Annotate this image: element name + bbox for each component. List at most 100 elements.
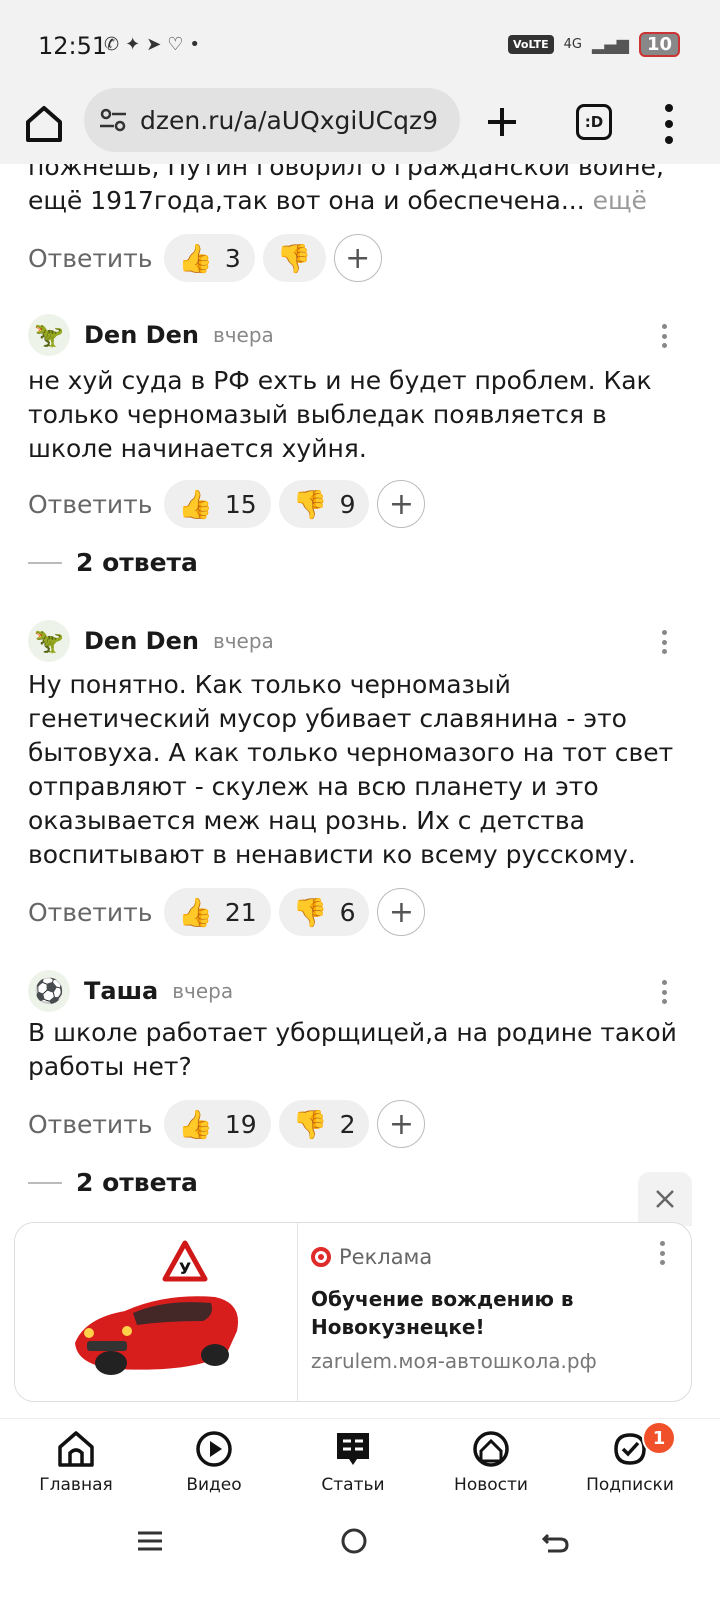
nav-articles[interactable]: Статьи (283, 1427, 423, 1495)
plus-icon (488, 108, 516, 136)
video-icon (196, 1431, 232, 1467)
thumbs-up-icon: 👍 (178, 1107, 213, 1141)
add-reaction-button[interactable]: + (377, 1100, 426, 1148)
home-icon (26, 106, 62, 142)
dinosaur-avatar[interactable]: 🦖 (28, 314, 70, 356)
status-right: VoLTE 4G ▂▄▆ 10 (507, 32, 680, 57)
new-tab-button[interactable] (484, 98, 520, 148)
thumbs-down-icon: 👎 (292, 487, 328, 521)
thumbs-up-icon: 👍 (178, 895, 213, 929)
comment-author[interactable]: Den Den (84, 321, 199, 349)
volte-indicator: VoLTE (507, 35, 554, 54)
ad-menu-button[interactable] (660, 1241, 666, 1265)
nav-label: Подписки (586, 1475, 674, 1495)
ad-label-text: Реклама (339, 1245, 433, 1269)
ad-domain[interactable]: zarulem.моя-автошкола.рф (311, 1349, 597, 1373)
reply-button[interactable]: Ответить (28, 1110, 164, 1139)
nav-label: Главная (39, 1475, 113, 1495)
browser-menu-button[interactable] (664, 104, 674, 144)
circle-home-icon (341, 1528, 367, 1554)
nav-home[interactable]: Главная (6, 1427, 146, 1495)
comment-header: 🦖 Den Den вчера (28, 314, 274, 356)
reply-button[interactable]: Ответить (28, 898, 164, 927)
ad-target-icon (311, 1247, 331, 1267)
comment-menu-button[interactable] (662, 630, 668, 654)
thumbs-down-icon: 👎 (292, 895, 328, 929)
like-button[interactable]: 👍 15 (164, 480, 271, 528)
replies-count[interactable]: 2 ответа (76, 548, 198, 577)
ad-title[interactable]: Обучение вождению в Новокузнецке! (311, 1285, 651, 1341)
tabs-switcher-button[interactable]: :D (576, 104, 612, 140)
comment-author[interactable]: Таша (84, 977, 158, 1005)
dislike-count: 9 (339, 489, 356, 519)
thumbs-up-icon: 👍 (178, 241, 213, 275)
notification-badge: 1 (642, 1421, 676, 1455)
ad-car-image[interactable]: У (15, 1223, 297, 1402)
like-count: 15 (224, 489, 257, 519)
url-text[interactable]: dzen.ru/a/aUQxgiUCqz9 (140, 106, 438, 135)
bottom-navigation: Главная Видео Статьи Новости 1 Подписки (0, 1418, 720, 1508)
comment-date: вчера (212, 323, 274, 347)
dislike-button[interactable]: 👎 (262, 234, 326, 282)
nav-subscriptions[interactable]: 1 Подписки (560, 1421, 700, 1495)
like-count: 21 (224, 897, 257, 927)
reply-button[interactable]: Ответить (28, 490, 164, 519)
ad-close-button[interactable] (638, 1172, 692, 1226)
telegram-icon: ➤ (146, 34, 162, 55)
recent-apps-button[interactable] (136, 1524, 164, 1564)
ad-sign-letter: У (179, 1259, 191, 1278)
comment-actions: Ответить 👍 3 👎 + (28, 234, 382, 282)
add-reaction-button[interactable]: + (377, 888, 426, 936)
system-navigation (0, 1508, 720, 1600)
comment-actions: Ответить 👍 15 👎 9 + (28, 480, 426, 528)
dislike-button[interactable]: 👎 9 (278, 480, 370, 528)
nav-label: Видео (186, 1475, 242, 1495)
dislike-button[interactable]: 👎 2 (278, 1100, 370, 1148)
comment-text: В школе работает уборщицей,а на родине т… (28, 1018, 677, 1081)
comment-actions: Ответить 👍 21 👎 6 + (28, 888, 426, 936)
articles-icon (337, 1433, 369, 1465)
back-button[interactable] (540, 1524, 570, 1564)
ad-label: Реклама (311, 1245, 432, 1269)
nav-news[interactable]: Новости (421, 1427, 561, 1495)
reply-button[interactable]: Ответить (28, 244, 164, 273)
heart-app-icon: ♡ (167, 34, 184, 55)
like-count: 19 (224, 1109, 257, 1139)
replies-toggle[interactable]: 2 ответа (28, 1168, 198, 1197)
chat-icon: ✦ (125, 34, 141, 55)
signal-icon: ▂▄▆ (592, 35, 629, 54)
replies-line (28, 561, 62, 564)
comment-menu-button[interactable] (662, 980, 668, 1004)
network-indicator: 4G (563, 37, 583, 52)
soccer-ball-avatar[interactable]: ⚽ (28, 970, 70, 1012)
status-time: 12:51 (38, 32, 108, 60)
expand-link[interactable]: ещё (593, 186, 647, 215)
ad-banner[interactable]: У Реклама Обучение вождению в Новокузнец… (14, 1222, 692, 1402)
replies-count[interactable]: 2 ответа (76, 1168, 198, 1197)
back-icon (541, 1533, 569, 1553)
comment-date: вчера (212, 629, 274, 653)
comment-author[interactable]: Den Den (84, 627, 199, 655)
comment-actions: Ответить 👍 19 👎 2 + (28, 1100, 426, 1148)
dinosaur-avatar[interactable]: 🦖 (28, 620, 70, 662)
like-count: 3 (224, 243, 241, 273)
dislike-button[interactable]: 👎 6 (278, 888, 370, 936)
site-settings-icon[interactable] (98, 105, 128, 135)
like-button[interactable]: 👍 3 (164, 234, 255, 282)
battery-indicator: 10 (638, 32, 680, 57)
comment-text: не хуй суда в РФ ехть и не будет проблем… (28, 366, 652, 463)
comment-menu-button[interactable] (662, 324, 668, 348)
nav-video[interactable]: Видео (144, 1427, 284, 1495)
nav-label: Новости (454, 1475, 528, 1495)
like-button[interactable]: 👍 19 (164, 1100, 271, 1148)
replies-toggle[interactable]: 2 ответа (28, 548, 198, 577)
browser-home-button[interactable] (22, 102, 66, 146)
dislike-count: 6 (339, 897, 356, 927)
notification-icons: ✆ ✦ ➤ ♡ • (104, 34, 200, 55)
add-reaction-button[interactable]: + (333, 234, 382, 282)
like-button[interactable]: 👍 21 (164, 888, 271, 936)
home-system-button[interactable] (340, 1524, 368, 1564)
add-reaction-button[interactable]: + (377, 480, 426, 528)
dot-icon: • (189, 34, 201, 55)
url-field[interactable]: dzen.ru/a/aUQxgiUCqz9 (84, 88, 460, 152)
